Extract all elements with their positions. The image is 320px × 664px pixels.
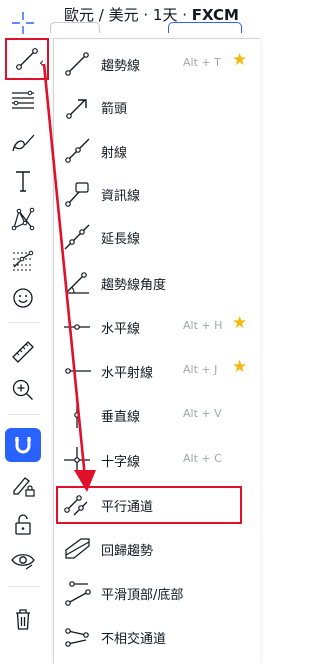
menu-item-trend-angle[interactable]: 趨勢線角度 [54,261,260,304]
ruler-button[interactable] [4,333,42,371]
menu-item-vertical-line[interactable]: 垂直線 Alt + V [54,393,260,436]
trash-icon [16,609,30,630]
menu-item-disjoint-channel[interactable]: 不相交通道 [54,615,260,658]
trend-line-icon [65,52,89,76]
lock-icon [15,514,31,535]
extended-line-icon [64,224,90,250]
menu-item-extended-line[interactable]: 延長線 [54,215,260,258]
horizontal-lines-button[interactable] [4,80,42,118]
menu-item-label: 趨勢線 [101,59,141,74]
brush-button[interactable] [4,124,42,162]
menu-item-label: 平滑頂部/底部 [101,588,184,603]
chevron-left-icon[interactable]: ‹ [39,56,44,71]
hotkey-label: Alt + C [183,452,222,465]
favorite-star-icon[interactable]: ★ [232,359,247,376]
eye-icon [11,554,35,570]
menu-item-label: 回歸趨勢 [101,544,154,559]
menu-item-trend-line[interactable]: 趨勢線 Alt + T ★ [54,42,260,85]
hotkey-label: Alt + T [183,56,221,69]
menu-item-label: 射線 [101,146,128,161]
text-icon [16,171,30,192]
vertical-line-icon [74,402,80,428]
cross-line-icon [64,447,90,473]
menu-item-label: 十字線 [101,455,141,470]
horizontal-lines-icon [12,90,34,109]
prediction-button[interactable] [4,240,42,278]
lock-all-button[interactable] [4,505,42,543]
line-tools-menu: 趨勢線 Alt + T ★ 箭頭 射線 資訊線 延長線 趨勢線角度 水平線 Al… [53,38,260,664]
favorite-star-icon[interactable]: ★ [232,52,247,69]
magnet-button[interactable] [5,428,41,462]
crosshair-icon [12,12,34,34]
menu-item-regression-trend[interactable]: 回歸趨勢 [54,527,260,570]
menu-item-flat-top-bottom[interactable]: 平滑頂部/底部 [54,571,260,614]
menu-item-label: 垂直線 [101,410,141,425]
crosshair-button[interactable] [4,4,42,42]
menu-item-arrow[interactable]: 箭頭 [54,85,260,128]
toolbar-divider [8,586,40,587]
symbol-header: 歐元 / 美元 · 1天 · FXCM [50,0,259,33]
horizontal-line-icon [64,324,90,330]
zoom-in-button[interactable] [4,371,42,409]
hotkey-label: Alt + H [183,319,223,332]
regression-trend-icon [65,538,90,559]
prediction-icon [13,250,34,271]
pattern-button[interactable] [4,200,42,238]
trend-angle-icon [65,272,89,294]
drawing-toolbar: ‹ [0,0,50,663]
emoji-icon [13,288,33,308]
toolbar-divider [8,414,40,415]
menu-item-label: 箭頭 [101,102,128,117]
header-fragment-left [50,22,100,33]
trend-line-icon [16,48,38,70]
menu-item-label: 趨勢線角度 [101,278,167,293]
arrow-icon [66,99,87,119]
disjoint-channel-icon [65,628,89,647]
hotkey-label: Alt + J [183,363,218,376]
ruler-icon [12,341,34,363]
menu-item-horizontal-line[interactable]: 水平線 Alt + H ★ [54,305,260,348]
menu-item-label: 資訊線 [101,189,141,204]
emoji-button[interactable] [4,279,42,317]
brush-icon [12,134,35,152]
magnet-icon [15,437,31,454]
menu-item-cross-line[interactable]: 十字線 Alt + C [54,438,260,481]
remove-drawings-button[interactable] [4,600,42,638]
toolbar-divider [8,322,40,323]
text-button[interactable] [4,162,42,200]
favorite-star-icon[interactable]: ★ [232,315,247,332]
info-line-icon [65,182,89,207]
hotkey-label: Alt + V [183,407,222,420]
header-fragment-right [168,22,242,33]
ray-icon [65,138,90,163]
menu-item-ray[interactable]: 射線 [54,129,260,172]
zoom-in-icon [12,379,33,400]
menu-item-label: 水平射線 [101,366,154,381]
hide-drawings-button[interactable] [4,542,42,580]
flat-top-bottom-icon [65,581,91,606]
pattern-icon [11,207,35,231]
menu-item-label: 不相交通道 [101,632,167,647]
menu-item-label: 延長線 [101,232,141,247]
lock-drawing-icon [13,477,35,497]
menu-item-info-line[interactable]: 資訊線 [54,172,260,215]
lock-drawing-button[interactable] [4,466,42,504]
highlight-box [56,486,242,524]
menu-item-horizontal-ray[interactable]: 水平射線 Alt + J ★ [54,349,260,392]
horizontal-ray-icon [65,368,91,374]
menu-item-label: 水平線 [101,322,141,337]
